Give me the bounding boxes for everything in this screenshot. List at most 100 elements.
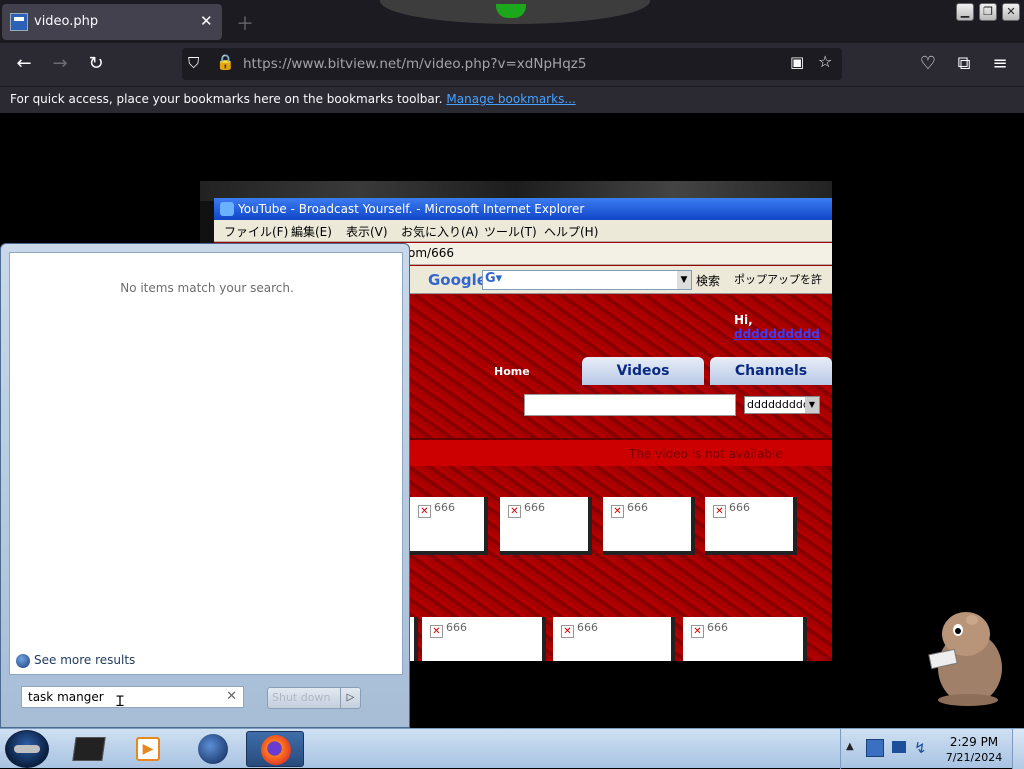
black-box-icon [72,737,106,761]
no-results-message: No items match your search. [120,281,294,295]
video-thumbnail: ✕ 666 [422,617,546,661]
tray-divider [840,729,841,769]
taskbar: ▶ ▲ ↯ 2:29 PM 7/21/2024 [0,728,1024,769]
restore-icon[interactable]: ❐ [979,3,997,21]
thumbnail-label: 666 [627,501,648,514]
forward-arrow-icon[interactable]: → [48,53,72,74]
hamburger-menu-icon[interactable]: ≡ [988,53,1012,74]
ie-menubar: ファイル(F) 編集(E) 表示(V) お気に入り(A) ツール(T) ヘルプ(… [214,220,832,242]
video-thumbnail [410,617,418,661]
tab-bar: video.php ✕ ＋ ▁ ❐ ✕ [0,0,1024,43]
greeting-prefix: Hi, [734,313,753,327]
video-thumbnail: ✕ 666 [500,497,592,555]
tab-title: video.php [34,14,99,29]
broken-image-icon: ✕ [691,625,704,638]
navigation-toolbar: ← → ↻ ⛉ 🔒 https://www.bitview.net/m/vide… [0,43,1024,86]
ie-logo-icon [220,202,234,216]
start-menu: No items match your search. See more res… [0,243,410,728]
tray-sync-icon[interactable]: ↯ [914,739,932,757]
broken-image-icon: ✕ [611,505,624,518]
broken-image-icon: ✕ [561,625,574,638]
lock-icon[interactable]: 🔒 [216,53,235,71]
google-logo: Google [428,271,487,289]
minimize-icon[interactable]: ▁ [956,3,974,21]
bookmarks-message-line: For quick access, place your bookmarks h… [10,92,576,106]
broken-image-icon: ✕ [713,505,726,518]
greeting: Hi, dddddddddd [734,313,832,341]
search-globe-icon [16,653,30,668]
thumbnail-label: 666 [434,501,455,514]
select-arrow-icon: ▼ [805,397,819,413]
browser-tab[interactable]: video.php ✕ [2,4,222,40]
yt-tab-home: Home [494,365,530,378]
clock-time[interactable]: 2:29 PM [938,735,1010,749]
bookmarks-toolbar: For quick access, place your bookmarks h… [0,86,1024,113]
ie-menu-view: 表示(V) [346,225,388,239]
url-text[interactable]: https://www.bitview.net/m/video.php?v=xd… [243,56,586,72]
shutdown-button[interactable]: Shut down ▷ [267,687,361,709]
video-thumbnail: ✕ 666 [553,617,675,661]
popup-blocker-button: ポップアップを許 [734,273,822,286]
media-player-icon: ▶ [136,737,160,761]
firefox-icon [261,735,291,765]
google-search-button: 検索 [696,274,721,288]
reader-view-icon[interactable]: ▣ [790,53,804,71]
shutdown-label: Shut down [272,691,331,704]
thumbnail-label: 666 [446,621,467,634]
extensions-icon[interactable]: ⧉ [952,53,976,74]
video-thumbnail: ✕ 666 [705,497,797,555]
ie-menu-favorites: お気に入り(A) [401,225,479,239]
ie-menu-edit: 編集(E) [291,225,332,239]
ie-menu-file: ファイル(F) [224,225,289,239]
yt-tab-videos: Videos [582,357,704,385]
dropdown-arrow-icon: ▼ [677,271,691,289]
ie-menu-tools: ツール(T) [484,225,537,239]
url-bar[interactable]: ⛉ 🔒 https://www.bitview.net/m/video.php?… [182,48,842,80]
taskbar-firefox[interactable] [246,731,304,767]
back-arrow-icon[interactable]: ← [12,53,36,74]
show-desktop-button[interactable] [1012,729,1024,769]
thumbnail-label: 666 [577,621,598,634]
taskbar-app-1[interactable] [62,731,116,767]
ie-address-text: om/666 [408,246,454,260]
manage-bookmarks-link[interactable]: Manage bookmarks... [446,92,575,106]
google-search-box: G▾ ▼ [482,270,692,290]
tray-network-icon[interactable] [866,739,884,757]
thumbnail-label: 666 [524,501,545,514]
clear-search-icon[interactable]: ✕ [226,689,237,704]
thumbnail-label: 666 [707,621,728,634]
tracking-shield-icon[interactable]: ⛉ [188,54,199,72]
close-tab-icon[interactable]: ✕ [200,12,213,30]
ie-titlebar: YouTube - Broadcast Yourself. - Microsof… [214,198,832,220]
text-cursor-icon: Ｉ [113,694,127,710]
greeting-user: dddddddddd [734,327,820,341]
yt-notice: The video is not available [629,447,783,461]
see-more-results-link[interactable]: See more results [16,653,135,668]
yt-search-select: ddddddddd ▼ [744,396,820,414]
video-thumbnail: ✕ 666 [683,617,807,661]
shutdown-options-icon[interactable]: ▷ [340,688,360,708]
taskbar-globe-app[interactable] [186,731,240,767]
start-search-box[interactable]: ✕ [21,686,244,708]
video-thumbnail: ✕ 666 [410,497,488,555]
reload-icon[interactable]: ↻ [84,53,108,74]
globe-icon [198,734,228,764]
tray-expand-icon[interactable]: ▲ [846,741,854,752]
see-more-label: See more results [34,653,136,667]
new-tab-icon[interactable]: ＋ [236,10,254,36]
taskbar-media-player[interactable]: ▶ [122,731,176,767]
hamster-desktop-icon[interactable] [920,600,1010,710]
pocket-icon[interactable]: ♡ [916,53,940,74]
bookmarks-message: For quick access, place your bookmarks h… [10,92,443,106]
bookmark-star-icon[interactable]: ☆ [818,52,832,71]
close-window-icon[interactable]: ✕ [1002,3,1020,21]
tray-display-icon[interactable] [892,741,906,753]
clock-date[interactable]: 7/21/2024 [938,751,1010,764]
yt-tab-channels: Channels [710,357,832,385]
broken-image-icon: ✕ [418,505,431,518]
video-thumbnail: ✕ 666 [603,497,695,555]
broken-image-icon: ✕ [508,505,521,518]
broken-image-icon: ✕ [430,625,443,638]
start-button[interactable] [5,730,49,768]
ie-title: YouTube - Broadcast Yourself. - Microsof… [238,202,585,216]
